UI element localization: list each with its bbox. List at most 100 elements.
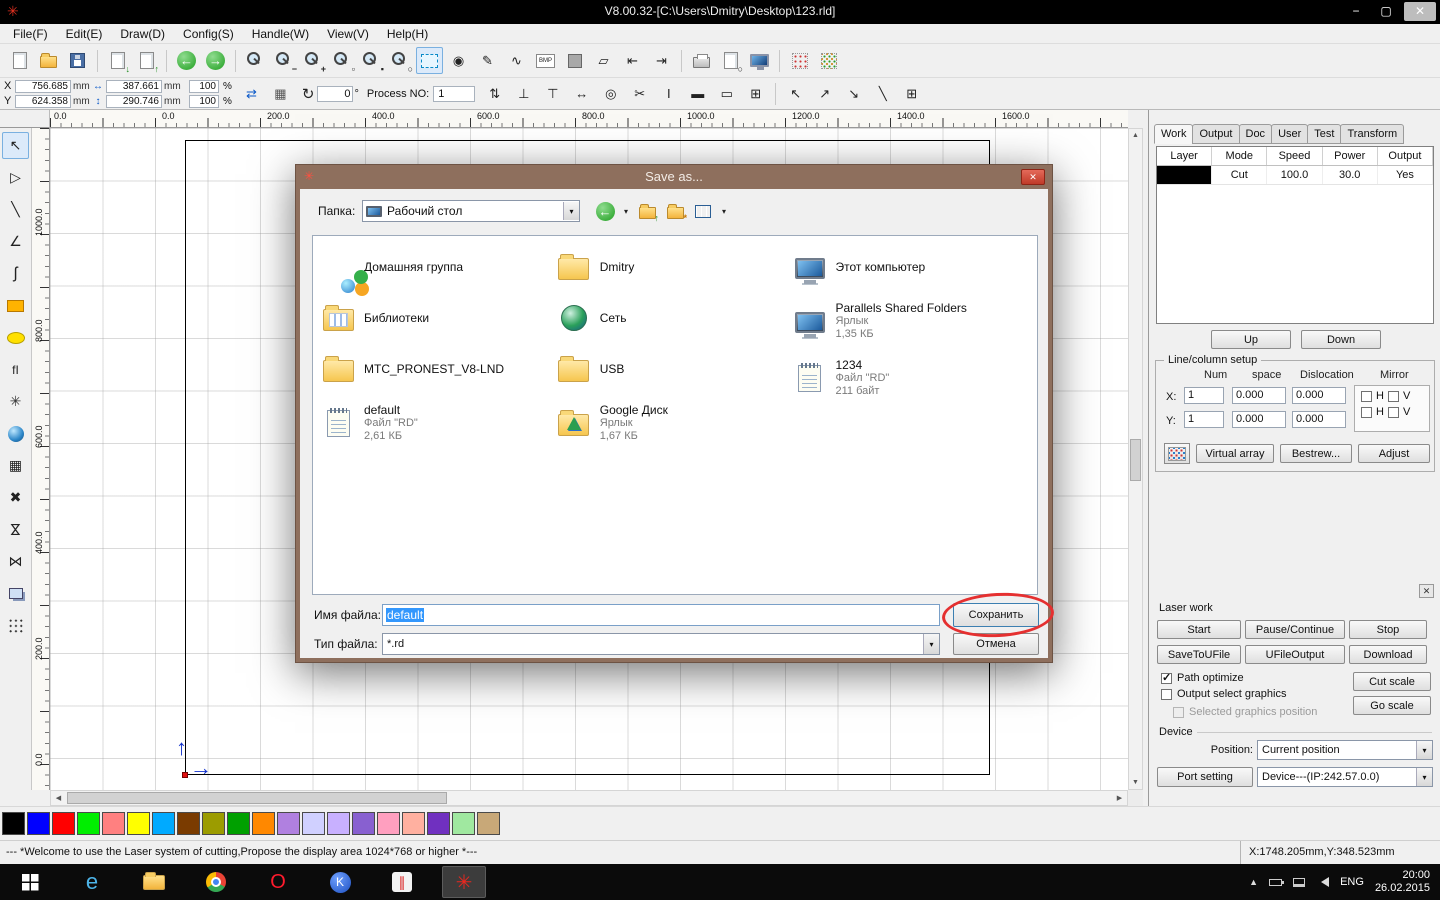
filetype-dropdown[interactable]: *.rd ▾ [382,633,940,655]
bestrew-button[interactable]: Bestrew... [1280,444,1352,463]
preview-icon[interactable]: ○ [717,47,744,74]
horizontal-scrollbar[interactable]: ◀ ▶ [50,790,1128,806]
mirror-y-v-checkbox[interactable] [1387,406,1399,418]
palette-swatch-13[interactable] [327,812,350,835]
zoom-out-icon[interactable]: − [271,47,298,74]
vertical-scroll-thumb[interactable] [1130,439,1141,481]
menu-handle[interactable]: Handle(W) [243,25,318,43]
views-dropdown-icon[interactable]: ▾ [718,199,730,223]
close-button[interactable]: ✕ [1404,2,1436,21]
edit-rect-icon[interactable]: ▱ [590,47,617,74]
draw-star-icon[interactable]: ✳ [2,388,29,415]
corner-bottomright-icon[interactable]: ↘ [840,80,867,107]
draw-rectangle-icon[interactable] [2,292,29,319]
views-icon[interactable] [690,199,716,223]
ufile-output-button[interactable]: UFileOutput [1245,645,1345,664]
draw-line-icon[interactable]: ╲ [2,196,29,223]
tab-test[interactable]: Test [1307,124,1342,144]
curve-tool-icon[interactable]: ∿ [503,47,530,74]
x-dislocation-field[interactable]: 0.000 [1292,387,1346,404]
chevron-down-icon[interactable]: ▾ [1416,768,1432,786]
cut-scale-button[interactable]: Cut scale [1353,672,1431,691]
capture-icon[interactable] [2,420,29,447]
tab-transform[interactable]: Transform [1340,124,1405,144]
chevron-down-icon[interactable]: ▾ [563,202,579,220]
x-scale-field[interactable]: 100 [189,79,219,93]
width-field[interactable]: 387.661 [106,79,162,93]
palette-swatch-1[interactable] [27,812,50,835]
scroll-up-icon[interactable]: ▲ [1129,129,1142,142]
up-button[interactable]: Up [1211,330,1291,349]
scroll-down-icon[interactable]: ▼ [1129,776,1142,789]
flip-vertical-icon[interactable]: ⇅ [481,80,508,107]
align-grid-icon[interactable]: ⊞ [898,80,925,107]
draw-curve-icon[interactable]: ʃ [2,260,29,287]
parallels-taskbar-button[interactable]: ∥ [380,866,424,898]
node-edit-icon[interactable]: ▷ [2,164,29,191]
port-setting-button[interactable]: Port setting [1157,767,1253,787]
filename-input[interactable]: default [382,604,940,626]
text-cursor-icon[interactable]: I [655,80,682,107]
pen-tool-icon[interactable]: ✎ [474,47,501,74]
adjust-button[interactable]: Adjust [1358,444,1430,463]
volume-icon[interactable] [1316,877,1330,887]
palette-swatch-17[interactable] [427,812,450,835]
layer-speed-cell[interactable]: 100.0 [1267,166,1323,184]
battery-icon[interactable] [1269,878,1285,886]
device-dropdown[interactable]: Device---(IP:242.57.0.0) ▾ [1257,767,1433,787]
scroll-right-icon[interactable]: ▶ [1113,791,1126,804]
go-scale-button[interactable]: Go scale [1353,696,1431,715]
preview-array-icon[interactable] [815,47,842,74]
menu-file[interactable]: File(F) [4,25,57,43]
clock[interactable]: 20:00 26.02.2015 [1375,869,1430,895]
import-file-icon[interactable]: ↓ [104,47,131,74]
align-center-icon[interactable]: ◎ [597,80,624,107]
virtual-array-button[interactable]: Virtual array [1196,444,1274,463]
mirror-vertical-icon[interactable]: ⋈ [2,516,29,543]
file-item-libraries[interactable]: Библиотеки [321,301,557,335]
start-button[interactable] [8,866,52,898]
tab-user[interactable]: User [1271,124,1309,144]
layer-color-cell[interactable] [1157,166,1213,184]
grid-rect-icon[interactable]: ⊞ [742,80,769,107]
draw-text-icon[interactable]: fI [2,356,29,383]
y-dislocation-field[interactable]: 0.000 [1292,411,1346,428]
zoom-in-icon[interactable]: + [300,47,327,74]
panel-close-icon[interactable]: ✕ [1419,584,1434,598]
palette-swatch-15[interactable] [377,812,400,835]
layer-table-row[interactable]: Cut 100.0 30.0 Yes [1157,166,1434,185]
zoom-selection-icon[interactable]: ▫ [329,47,356,74]
new-folder-icon[interactable]: * [662,199,688,223]
tab-work[interactable]: Work [1154,124,1194,144]
palette-swatch-3[interactable] [77,812,100,835]
process-no-field[interactable]: 1 [433,85,476,102]
zoom-window-icon[interactable] [242,47,269,74]
palette-swatch-8[interactable] [202,812,225,835]
mirror-x-h-checkbox[interactable] [1361,390,1372,402]
palette-swatch-4[interactable] [102,812,125,835]
file-item-usb-folder[interactable]: USB [557,352,793,386]
vertical-scrollbar[interactable]: ▲ ▼ [1128,128,1143,790]
chevron-down-icon[interactable]: ▾ [1416,741,1432,759]
file-item-this-pc[interactable]: Этот компьютер [793,250,1029,284]
corner-topleft-icon[interactable]: ↖ [782,80,809,107]
save-file-icon[interactable] [64,47,91,74]
path-optimize-checkbox[interactable] [1161,671,1172,684]
kmplayer-taskbar-button[interactable]: K [318,866,362,898]
x-position-field[interactable]: 756.685 [15,79,71,93]
palette-swatch-14[interactable] [352,812,375,835]
y-num-field[interactable]: 1 [1184,411,1224,428]
hidden-icons-chevron-icon[interactable]: ▲ [1249,877,1258,887]
file-item-homegroup[interactable]: Домашняя группа [321,250,557,293]
draw-polyline-icon[interactable]: ∠ [2,228,29,255]
output-select-graphics-checkbox[interactable] [1161,688,1172,700]
palette-swatch-12[interactable] [302,812,325,835]
bmp-tool-icon[interactable]: BMP [532,47,559,74]
down-button[interactable]: Down [1301,330,1381,349]
zoom-all-icon[interactable]: ○ [387,47,414,74]
y-scale-field[interactable]: 100 [189,94,219,108]
select-tool-icon[interactable] [416,47,443,74]
file-item-parallels-shared-folders[interactable]: Parallels Shared Folders Ярлык 1,35 КБ [793,301,1029,341]
cancel-button[interactable]: Отмена [953,633,1039,655]
palette-swatch-19[interactable] [477,812,500,835]
